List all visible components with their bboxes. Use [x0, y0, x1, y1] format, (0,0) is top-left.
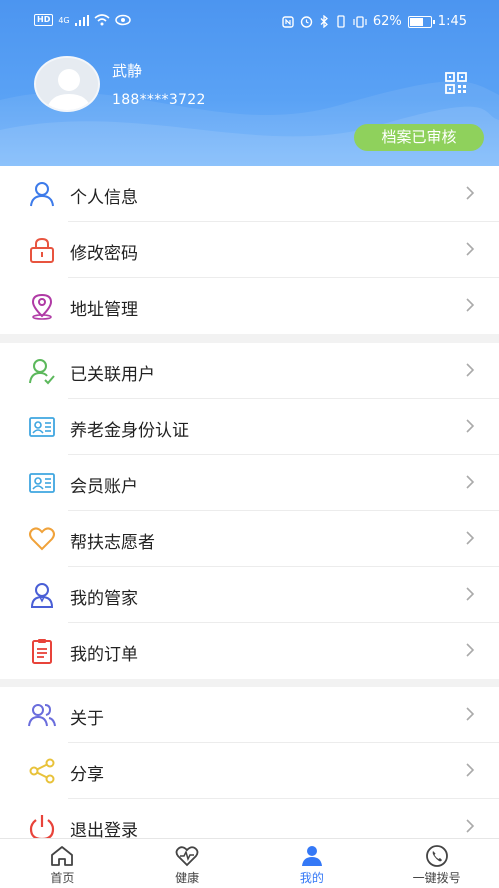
- id-card-icon: [29, 417, 55, 437]
- menu-item-pension-verification[interactable]: 养老金身份认证: [0, 399, 499, 455]
- bottom-tab-bar: 首页 健康 我的 一键拨号: [0, 838, 499, 888]
- location-pin-icon: [31, 293, 53, 320]
- vibrate-icon: [353, 15, 367, 28]
- tab-label: 健康: [175, 871, 200, 885]
- hd-badge: HD: [34, 14, 54, 26]
- chevron-right-icon: [466, 643, 475, 657]
- tab-one-key-dial[interactable]: 一键拨号: [374, 839, 499, 888]
- alarm-icon: [300, 16, 313, 28]
- eye-icon: [114, 14, 131, 26]
- battery-percentage: 62%: [372, 14, 402, 29]
- mute-icon: [337, 15, 345, 28]
- username: 武静: [112, 62, 143, 80]
- tab-label: 我的: [299, 871, 324, 885]
- menu-item-label: 会员账户: [70, 477, 138, 497]
- status-bar: HD 4G 62% 1:45: [0, 0, 499, 44]
- person-icon: [30, 182, 54, 207]
- tab-mine[interactable]: 我的: [250, 839, 375, 888]
- archive-verified-badge: 档案已审核: [354, 124, 484, 151]
- menu-item-my-orders[interactable]: 我的订单: [0, 623, 499, 679]
- menu-item-volunteer[interactable]: 帮扶志愿者: [0, 511, 499, 567]
- user-icon: [301, 846, 322, 866]
- profile-header: HD 4G 62% 1:45 武静 188****3722 档案已审核: [0, 0, 499, 166]
- menu-item-address-management[interactable]: 地址管理: [0, 278, 499, 334]
- member-card-icon: [29, 473, 55, 493]
- clipboard-icon: [32, 639, 52, 664]
- menu-item-label: 地址管理: [70, 300, 138, 320]
- wifi-icon: [94, 14, 110, 26]
- battery-icon: [407, 15, 435, 28]
- bluetooth-icon: [320, 15, 328, 28]
- menu-item-member-account[interactable]: 会员账户: [0, 455, 499, 511]
- clock: 1:45: [437, 14, 467, 29]
- menu-item-label: 我的订单: [70, 645, 138, 665]
- chevron-right-icon: [466, 707, 475, 721]
- tab-label: 一键拨号: [412, 871, 461, 885]
- home-icon: [51, 846, 74, 866]
- chevron-right-icon: [466, 587, 475, 601]
- menu-section-services: 已关联用户 养老金身份认证 会员账户 帮扶志愿者 我的管家 我的订单: [0, 343, 499, 679]
- menu-item-share[interactable]: 分享: [0, 743, 499, 799]
- tab-label: 首页: [50, 871, 75, 885]
- qr-code-icon[interactable]: [445, 72, 467, 94]
- chevron-right-icon: [466, 763, 475, 777]
- nfc-icon: [282, 15, 294, 28]
- menu-item-label: 帮扶志愿者: [70, 533, 155, 553]
- avatar[interactable]: [34, 56, 100, 112]
- menu-item-label: 养老金身份认证: [70, 421, 189, 441]
- heart-icon: [29, 527, 55, 551]
- butler-icon: [30, 583, 54, 608]
- chevron-right-icon: [466, 475, 475, 489]
- menu-item-label: 已关联用户: [70, 365, 155, 385]
- power-icon: [29, 815, 55, 841]
- chevron-right-icon: [466, 419, 475, 433]
- menu-item-about[interactable]: 关于: [0, 687, 499, 743]
- menu-item-personal-info[interactable]: 个人信息: [0, 166, 499, 222]
- menu-item-label: 修改密码: [70, 244, 138, 264]
- lock-icon: [30, 237, 54, 263]
- chevron-right-icon: [466, 531, 475, 545]
- chevron-right-icon: [466, 298, 475, 312]
- network-type: 4G: [58, 15, 70, 25]
- menu-item-linked-users[interactable]: 已关联用户: [0, 343, 499, 399]
- chevron-right-icon: [466, 819, 475, 833]
- menu-item-label: 关于: [70, 709, 104, 729]
- tab-home[interactable]: 首页: [0, 839, 125, 888]
- heartbeat-icon: [175, 846, 199, 867]
- menu-item-label: 分享: [70, 765, 104, 785]
- menu-item-my-butler[interactable]: 我的管家: [0, 567, 499, 623]
- chevron-right-icon: [466, 242, 475, 256]
- menu-item-label: 个人信息: [70, 188, 138, 208]
- menu-item-label: 我的管家: [70, 589, 138, 609]
- tab-health[interactable]: 健康: [125, 839, 250, 888]
- group-icon: [28, 704, 56, 727]
- signal-icon: [74, 14, 89, 26]
- linked-user-icon: [29, 359, 55, 385]
- menu-section-other: 关于 分享 退出登录: [0, 687, 499, 855]
- phone-icon: [425, 845, 448, 867]
- chevron-right-icon: [466, 186, 475, 200]
- phone-number: 188****3722: [112, 92, 206, 108]
- menu-section-account: 个人信息 修改密码 地址管理: [0, 166, 499, 334]
- share-icon: [29, 758, 55, 784]
- menu-item-change-password[interactable]: 修改密码: [0, 222, 499, 278]
- chevron-right-icon: [466, 363, 475, 377]
